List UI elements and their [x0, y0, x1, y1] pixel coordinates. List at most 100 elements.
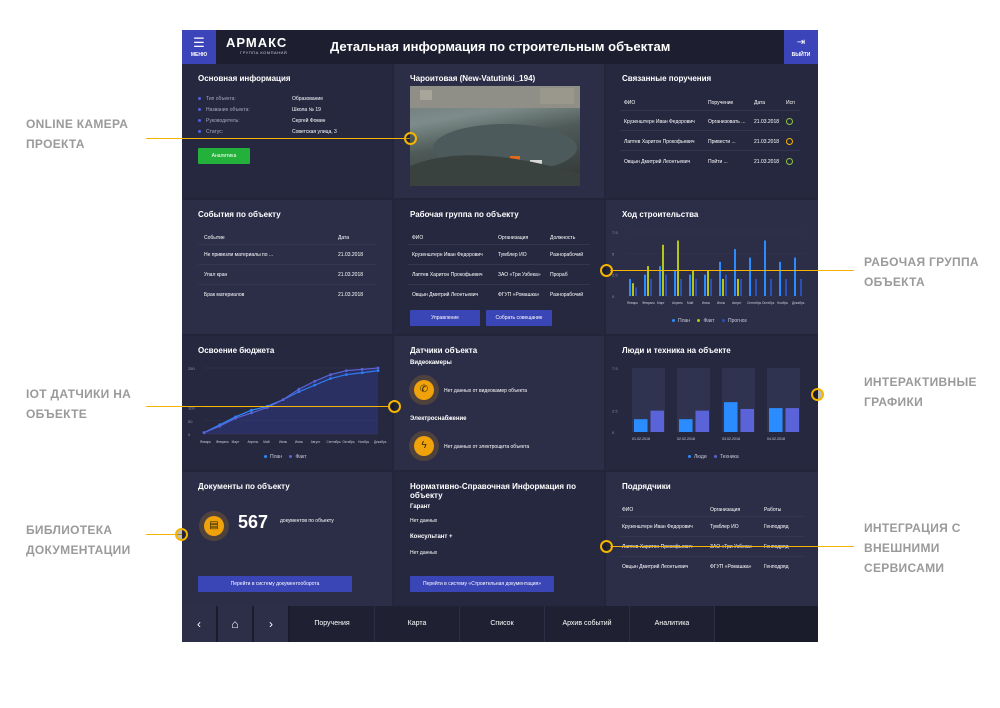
panel-people: Люди и техника на объекте 7.5 2.5 0 01.02.2…	[606, 336, 818, 470]
info-label: Статус:	[198, 129, 223, 135]
chart-legend: Люди Техника	[682, 454, 739, 460]
point-факт	[234, 416, 238, 420]
x-tick-label: 02.02.2018	[677, 437, 695, 441]
order-text[interactable]: Организовать ...	[708, 119, 745, 125]
panel-progress: Ход строительства 7.5 5 2.5 0 Январь Февраль М…	[606, 200, 818, 334]
point-факт	[344, 369, 348, 373]
panel-title: Связанные поручения	[622, 74, 712, 83]
bar-прогноз	[800, 278, 802, 296]
callout-line-iot	[146, 406, 182, 407]
callout-line-iot-inner	[182, 406, 390, 407]
camera-feed[interactable]	[410, 86, 580, 186]
contractor-name: Овцын Дмитрий Леонтьевич	[622, 564, 689, 570]
order-date: 21.03.2018	[754, 159, 780, 165]
team-name: Лаптев Харитон Прокофьевич	[412, 272, 483, 278]
analytics-button[interactable]: Аналитика	[198, 148, 250, 164]
status-pending-icon	[786, 138, 793, 145]
team-name: Овцын Дмитрий Леонтьевич	[412, 292, 479, 298]
contractor-name: Лаптев Харитон Прокофьевич	[622, 544, 693, 550]
ref-message: Нет данных	[410, 518, 438, 524]
nav-home-button[interactable]: ⌂	[218, 606, 252, 642]
y-tick-label: 0	[612, 430, 615, 435]
x-tick-label: 03.02.2018	[722, 437, 740, 441]
bar-план	[749, 257, 751, 296]
nav-forward-button[interactable]: ›	[254, 606, 288, 642]
bar-техника	[740, 408, 754, 432]
menu-button[interactable]: ☰ МЕНЮ	[182, 30, 216, 64]
meeting-button[interactable]: Собрать совещание	[486, 310, 552, 326]
y-tick-label: 5	[612, 251, 615, 256]
x-tick-label: Апрель	[247, 440, 258, 444]
bar-люди	[679, 419, 693, 432]
callout-dot-docs	[175, 528, 188, 541]
open-docflow-button[interactable]: Перейти в систему документооборота	[198, 576, 352, 592]
order-text[interactable]: Пойти ...	[708, 159, 728, 165]
power-sensor-icon[interactable]: ϟ	[414, 436, 434, 456]
tab-archive[interactable]: Архив событий	[545, 606, 630, 642]
y-tick-label: 250	[188, 366, 195, 371]
bar-прогноз	[695, 278, 697, 296]
order-text[interactable]: Привести ...	[708, 139, 736, 145]
home-icon: ⌂	[231, 617, 239, 631]
order-date: 21.03.2018	[754, 139, 780, 145]
bar-план	[644, 274, 646, 296]
point-факт	[202, 431, 206, 435]
tab-analytics[interactable]: Аналитика	[630, 606, 715, 642]
camera-sensor-icon[interactable]: ✆	[414, 380, 434, 400]
point-факт	[376, 366, 380, 370]
open-construction-docs-button[interactable]: Перейти в систему «Строительная документ…	[410, 576, 554, 592]
manage-button[interactable]: Управление	[410, 310, 480, 326]
bottom-nav: ‹ ⌂ › Поручения Карта Список Архив событ…	[182, 606, 818, 642]
tab-list[interactable]: Список	[460, 606, 545, 642]
callout-line-camera-inner	[182, 138, 410, 139]
callout-workgroup: РАБОЧАЯ ГРУППА ОБЪЕКТА	[864, 255, 979, 289]
document-icon: ▤	[204, 516, 224, 536]
y-tick-label: 7.5	[612, 366, 618, 371]
y-tick-label: 2.5	[612, 273, 618, 278]
x-tick-label: Январь	[627, 301, 638, 305]
y-tick-label: 7.5	[612, 230, 618, 235]
ref-source: Гарант	[410, 504, 431, 510]
status-done-icon	[786, 118, 793, 125]
sensor-message: Нет данных от видеокамер объекта	[444, 388, 527, 394]
x-tick-label: Октябрь	[342, 440, 355, 444]
tab-map[interactable]: Карта	[375, 606, 460, 642]
info-label: Название объекта:	[198, 107, 250, 113]
panel-title: Нормативно-Справочная Информация по объе…	[410, 482, 576, 500]
y-tick-label: 0	[612, 294, 615, 299]
bar-прогноз	[665, 274, 667, 296]
sensor-label: Электроснабжение	[410, 416, 467, 422]
bar-прогноз	[740, 278, 742, 296]
bar-план	[704, 274, 706, 296]
documents-label: документов по объекту	[280, 518, 334, 524]
bar-план	[734, 249, 736, 296]
top-bar: ☰ МЕНЮ АРМАКС ГРУППА КОМПАНИЙ Детальная …	[182, 30, 818, 64]
camera-image	[410, 86, 580, 186]
panel-title: Освоение бюджета	[198, 346, 275, 355]
callout-dot-charts	[811, 388, 824, 401]
y-tick-label: 50	[188, 419, 193, 424]
contractor-work: Генподряд	[764, 544, 789, 550]
info-value: Школа № 19	[292, 107, 321, 113]
team-org: ЗАО «Три Узбека»	[498, 272, 541, 278]
event-title[interactable]: Брак материалов	[204, 292, 244, 298]
callout-dot-iot	[388, 400, 401, 413]
bar-факт	[692, 270, 694, 296]
budget-area	[204, 368, 378, 434]
team-role: Разнорабочий	[550, 292, 584, 298]
tab-orders[interactable]: Поручения	[290, 606, 375, 642]
x-tick-label: Март	[657, 301, 665, 305]
bar-факт	[677, 240, 679, 296]
callout-line-integration	[818, 546, 854, 547]
event-title[interactable]: Упал кран	[204, 272, 227, 278]
callout-charts: ИНТЕРАКТИВНЫЕ ГРАФИКИ	[864, 375, 977, 409]
ref-source: Консультант +	[410, 534, 453, 540]
x-tick-label: Январь	[200, 440, 211, 444]
bar-прогноз	[680, 278, 682, 296]
event-title[interactable]: Не привезли материалы по ...	[204, 252, 273, 258]
panel-sensors: Датчики объекта Видеокамеры ✆ Нет данных…	[394, 336, 604, 470]
info-label: Руководитель:	[198, 118, 240, 124]
nav-back-button[interactable]: ‹	[182, 606, 216, 642]
exit-button[interactable]: ⇥ ВЫЙТИ	[784, 30, 818, 64]
point-факт	[218, 424, 222, 428]
